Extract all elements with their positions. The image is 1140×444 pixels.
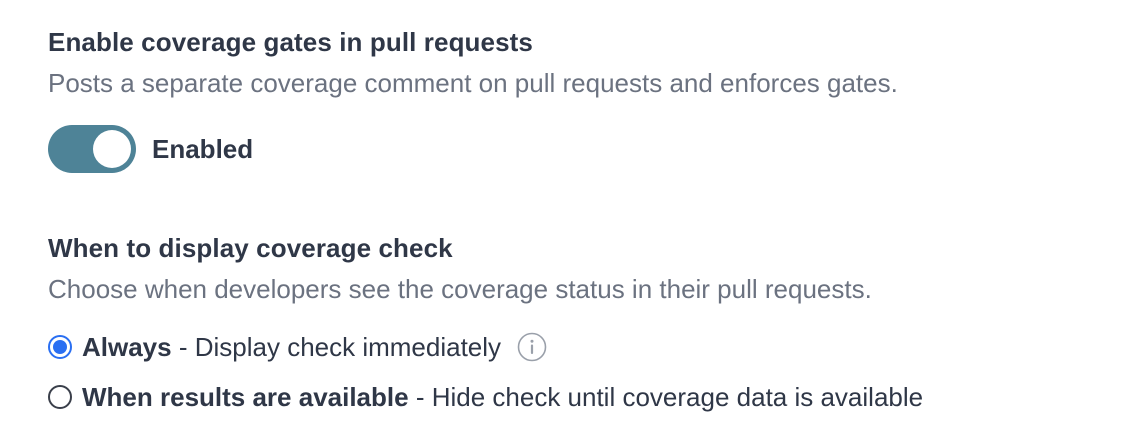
- option-separator: -: [171, 331, 195, 362]
- option-always-title: Always: [82, 331, 172, 362]
- toggle-knob: [93, 130, 131, 168]
- radio-option-always[interactable]: Always - Display check immediately: [48, 327, 923, 367]
- option-when-available-title: When results are available: [82, 381, 409, 412]
- radio-option-when-available[interactable]: When results are available - Hide check …: [48, 377, 923, 417]
- display-check-heading: When to display coverage check: [48, 233, 453, 263]
- coverage-gates-toggle[interactable]: [48, 125, 136, 173]
- toggle-label: Enabled: [152, 133, 254, 164]
- radio-always[interactable]: [48, 335, 72, 359]
- display-check-description: Choose when developers see the coverage …: [48, 274, 872, 304]
- coverage-gates-section: Enable coverage gates in pull requests P…: [48, 24, 898, 174]
- info-icon[interactable]: [517, 332, 547, 362]
- option-always-description: Display check immediately: [194, 331, 502, 362]
- coverage-gates-toggle-row: Enabled: [48, 124, 898, 174]
- coverage-gates-description: Posts a separate coverage comment on pul…: [48, 68, 898, 98]
- option-when-available-description: Hide check until coverage data is availa…: [431, 381, 924, 412]
- coverage-gates-heading: Enable coverage gates in pull requests: [48, 27, 533, 57]
- option-separator: -: [408, 381, 432, 412]
- display-check-section: When to display coverage check Choose wh…: [48, 230, 923, 417]
- radio-when-available[interactable]: [48, 385, 72, 409]
